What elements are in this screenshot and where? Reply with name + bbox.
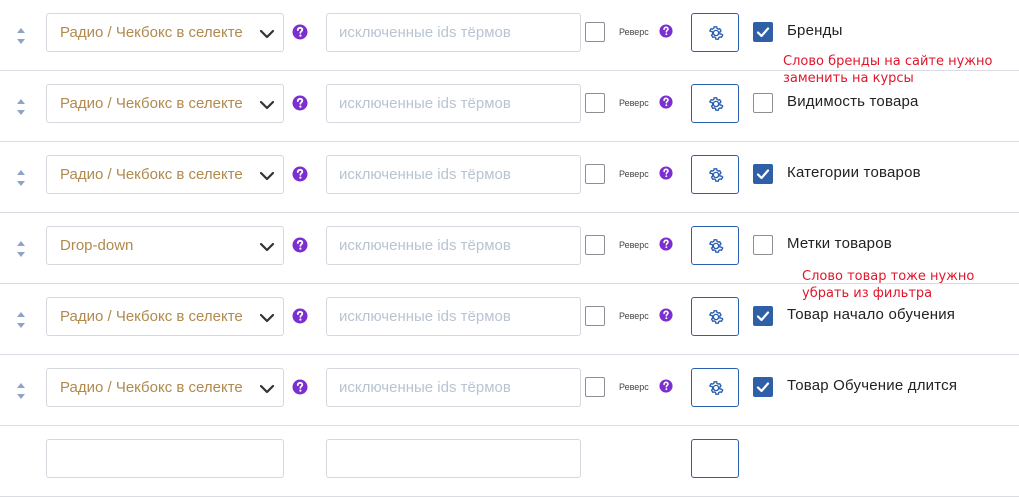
filter-label: Категории товаров bbox=[787, 164, 921, 181]
filter-row-partial bbox=[0, 426, 1019, 497]
filter-type-select[interactable] bbox=[46, 439, 284, 478]
settings-button[interactable] bbox=[691, 226, 739, 265]
filter-type-select[interactable]: Радио / Чекбокс в селекте bbox=[46, 13, 284, 52]
drag-handle-icon[interactable] bbox=[14, 27, 28, 45]
filter-type-select[interactable]: Радио / Чекбокс в селекте bbox=[46, 155, 284, 194]
settings-button[interactable] bbox=[691, 368, 739, 407]
drag-handle-icon[interactable] bbox=[14, 169, 28, 187]
filter-row: Радио / Чекбокс в селекте Реверс Товар Обу… bbox=[0, 355, 1019, 426]
reverse-help-icon[interactable] bbox=[659, 308, 673, 322]
annotation-note-brands: Слово бренды на сайте нужно заменить на … bbox=[783, 53, 992, 87]
settings-button[interactable] bbox=[691, 13, 739, 52]
reverse-checkbox[interactable] bbox=[585, 22, 605, 42]
filter-row: Радио / Чекбокс в селекте Реверс Категории… bbox=[0, 142, 1019, 213]
help-icon[interactable] bbox=[292, 95, 308, 111]
filter-type-value: Drop-down bbox=[60, 237, 134, 254]
help-icon[interactable] bbox=[292, 166, 308, 182]
filter-type-select[interactable]: Радио / Чекбокс в селекте bbox=[46, 84, 284, 123]
help-icon[interactable] bbox=[292, 237, 308, 253]
filter-type-value: Радио / Чекбокс в селекте bbox=[60, 166, 243, 183]
enable-filter-checkbox[interactable] bbox=[753, 377, 773, 397]
filter-label: Метки товаров bbox=[787, 235, 892, 252]
checkmark-icon bbox=[754, 378, 772, 401]
reverse-checkbox[interactable] bbox=[585, 306, 605, 326]
reverse-label: Реверс bbox=[619, 27, 649, 37]
annotation-line: убрать из фильтра bbox=[802, 286, 933, 301]
filter-label: Бренды bbox=[787, 22, 843, 39]
help-icon[interactable] bbox=[292, 308, 308, 324]
annotation-line: Слово бренды на сайте нужно bbox=[783, 54, 993, 69]
filter-type-value: Радио / Чекбокс в селекте bbox=[60, 24, 243, 41]
help-icon[interactable] bbox=[292, 24, 308, 40]
annotation-note-product: Слово товар тоже нужно убрать из фильтра bbox=[802, 268, 974, 302]
help-icon[interactable] bbox=[292, 379, 308, 395]
chevron-down-icon bbox=[259, 98, 275, 110]
excluded-ids-input[interactable] bbox=[326, 439, 581, 478]
filter-type-value: Радио / Чекбокс в селекте bbox=[60, 379, 243, 396]
reverse-checkbox[interactable] bbox=[585, 164, 605, 184]
reverse-label: Реверс bbox=[619, 382, 649, 392]
settings-button[interactable] bbox=[691, 297, 739, 336]
enable-filter-checkbox[interactable] bbox=[753, 93, 773, 113]
filter-label: Товар начало обучения bbox=[787, 306, 956, 323]
settings-button[interactable] bbox=[691, 439, 739, 478]
annotation-line: Слово товар тоже нужно bbox=[802, 269, 975, 284]
chevron-down-icon bbox=[259, 169, 275, 181]
enable-filter-checkbox[interactable] bbox=[753, 235, 773, 255]
reverse-label: Реверс bbox=[619, 98, 649, 108]
excluded-ids-input[interactable] bbox=[326, 297, 581, 336]
enable-filter-checkbox[interactable] bbox=[753, 164, 773, 184]
reverse-help-icon[interactable] bbox=[659, 237, 673, 251]
filter-type-select[interactable]: Drop-down bbox=[46, 226, 284, 265]
reverse-help-icon[interactable] bbox=[659, 24, 673, 38]
filter-label: Товар Обучение длится bbox=[787, 377, 958, 394]
checkmark-icon bbox=[754, 23, 772, 46]
excluded-ids-input[interactable] bbox=[326, 368, 581, 407]
drag-handle-icon[interactable] bbox=[14, 98, 28, 116]
filter-type-select[interactable]: Радио / Чекбокс в селекте bbox=[46, 297, 284, 336]
enable-filter-checkbox[interactable] bbox=[753, 22, 773, 42]
drag-handle-icon[interactable] bbox=[14, 240, 28, 258]
chevron-down-icon bbox=[259, 27, 275, 39]
reverse-label: Реверс bbox=[619, 240, 649, 250]
drag-handle-icon[interactable] bbox=[14, 311, 28, 329]
filter-type-value: Радио / Чекбокс в селекте bbox=[60, 95, 243, 112]
chevron-down-icon bbox=[259, 382, 275, 394]
excluded-ids-input[interactable] bbox=[326, 13, 581, 52]
excluded-ids-input[interactable] bbox=[326, 155, 581, 194]
excluded-ids-input[interactable] bbox=[326, 226, 581, 265]
reverse-label: Реверс bbox=[619, 169, 649, 179]
filter-type-value: Радио / Чекбокс в селекте bbox=[60, 308, 243, 325]
settings-button[interactable] bbox=[691, 155, 739, 194]
reverse-help-icon[interactable] bbox=[659, 166, 673, 180]
enable-filter-checkbox[interactable] bbox=[753, 306, 773, 326]
filter-label: Видимость товара bbox=[787, 93, 919, 110]
chevron-down-icon bbox=[259, 240, 275, 252]
settings-button[interactable] bbox=[691, 84, 739, 123]
filter-type-select[interactable]: Радио / Чекбокс в селекте bbox=[46, 368, 284, 407]
reverse-help-icon[interactable] bbox=[659, 379, 673, 393]
reverse-checkbox[interactable] bbox=[585, 377, 605, 397]
checkmark-icon bbox=[754, 307, 772, 330]
reverse-checkbox[interactable] bbox=[585, 93, 605, 113]
annotation-line: заменить на курсы bbox=[783, 71, 914, 86]
reverse-checkbox[interactable] bbox=[585, 235, 605, 255]
reverse-help-icon[interactable] bbox=[659, 95, 673, 109]
drag-handle-icon[interactable] bbox=[14, 382, 28, 400]
chevron-down-icon bbox=[259, 311, 275, 323]
checkmark-icon bbox=[754, 165, 772, 188]
reverse-label: Реверс bbox=[619, 311, 649, 321]
excluded-ids-input[interactable] bbox=[326, 84, 581, 123]
